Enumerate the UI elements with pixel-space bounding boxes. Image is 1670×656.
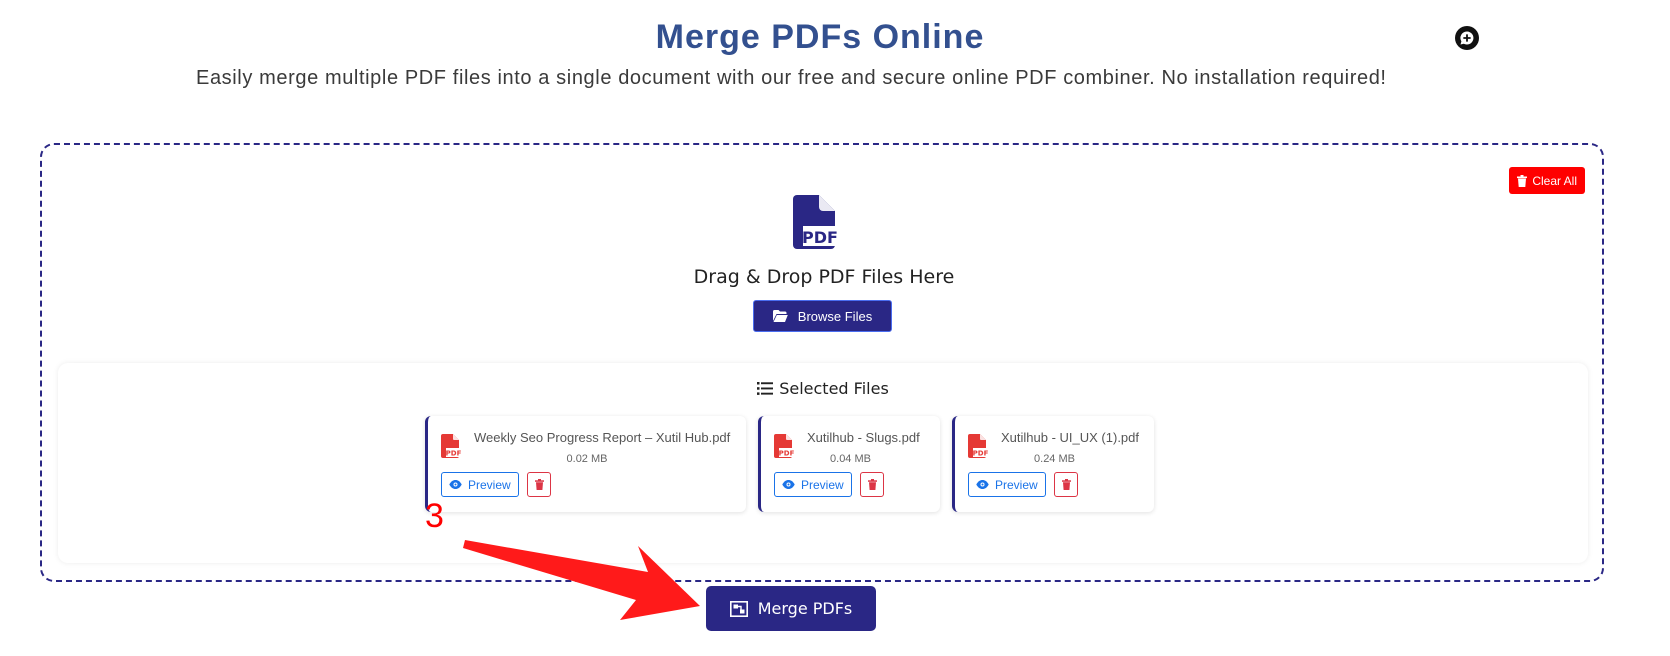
file-name: Weekly Seo Progress Report – Xutil Hub.p… xyxy=(474,430,731,445)
clear-all-label: Clear All xyxy=(1532,173,1577,188)
file-size: 0.24 MB xyxy=(1034,453,1075,465)
preview-button[interactable]: Preview xyxy=(441,472,519,497)
merge-pdfs-label: Merge PDFs xyxy=(757,599,853,618)
trash-icon xyxy=(1517,174,1528,187)
preview-button[interactable]: Preview xyxy=(968,472,1046,497)
trash-icon xyxy=(534,479,544,490)
eye-icon xyxy=(976,480,989,489)
selected-files-panel: Selected Files PDF Weekly Seo Progress R… xyxy=(58,363,1588,563)
eye-icon xyxy=(449,480,462,489)
merge-icon xyxy=(729,600,748,617)
drop-instructions: Drag & Drop PDF Files Here xyxy=(693,266,955,288)
delete-file-button[interactable] xyxy=(860,472,884,497)
file-card: PDF Xutilhub - Slugs.pdf 0.04 MB Preview xyxy=(758,416,940,512)
pdf-dropzone[interactable]: Clear All PDF Drag & Drop PDF Files Here… xyxy=(40,143,1604,582)
file-card: PDF Weekly Seo Progress Report – Xutil H… xyxy=(425,416,746,512)
file-size: 0.02 MB xyxy=(566,453,608,465)
svg-text:PDF: PDF xyxy=(802,228,837,247)
selected-files-heading: Selected Files xyxy=(58,379,1588,398)
selected-files-title: Selected Files xyxy=(779,379,889,398)
file-card: PDF Xutilhub - UI_UX (1).pdf 0.24 MB Pre… xyxy=(952,416,1154,512)
annotation-step-number: 3 xyxy=(425,497,444,535)
folder-open-icon xyxy=(772,310,788,322)
preview-button[interactable]: Preview xyxy=(774,472,852,497)
browse-files-button[interactable]: Browse Files xyxy=(753,300,892,332)
file-name: Xutilhub - Slugs.pdf xyxy=(807,430,920,445)
pdf-file-icon: PDF xyxy=(793,195,837,249)
clear-all-button[interactable]: Clear All xyxy=(1509,167,1585,194)
trash-icon xyxy=(1061,479,1071,490)
delete-file-button[interactable] xyxy=(527,472,551,497)
file-name: Xutilhub - UI_UX (1).pdf xyxy=(1001,430,1140,445)
preview-label: Preview xyxy=(468,477,511,492)
browse-files-label: Browse Files xyxy=(797,308,873,324)
preview-label: Preview xyxy=(801,477,844,492)
page-title: Merge PDFs Online xyxy=(655,18,985,56)
file-size: 0.04 MB xyxy=(830,453,871,465)
list-icon xyxy=(757,382,774,395)
delete-file-button[interactable] xyxy=(1054,472,1078,497)
preview-label: Preview xyxy=(995,477,1038,492)
chat-plus-icon[interactable] xyxy=(1455,26,1479,50)
eye-icon xyxy=(782,480,795,489)
trash-icon xyxy=(867,479,877,490)
page-subtitle: Easily merge multiple PDF files into a s… xyxy=(196,67,1387,89)
merge-pdfs-button[interactable]: Merge PDFs xyxy=(706,586,876,631)
